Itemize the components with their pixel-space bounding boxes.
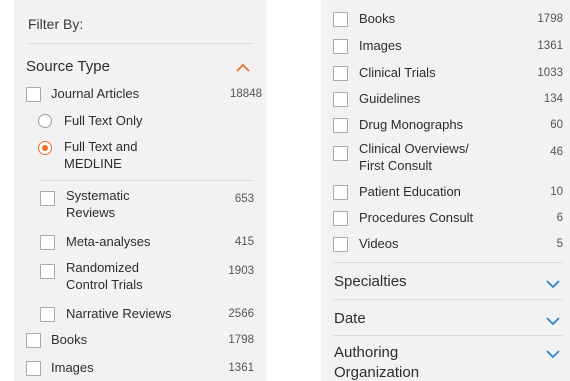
books-label: Books [51,332,88,347]
systematic-reviews-checkbox[interactable] [40,191,55,206]
procedures-consult-count: 6 [556,212,563,224]
guidelines-label: Guidelines [359,91,421,106]
videos-label: Videos [359,236,399,251]
divider [40,180,253,181]
images-label: Images [359,38,402,53]
divider [333,299,563,300]
images-checkbox[interactable] [26,361,41,376]
full-text-only-radio[interactable] [38,114,52,128]
authoring-organization-heading-line1: Authoring [334,344,399,361]
books-checkbox[interactable] [333,12,348,27]
source-type-heading[interactable]: Source Type [26,56,110,78]
clinical-overviews-label-line1: Clinical Overviews/ [359,141,469,156]
filter-by-heading: Filter By: [28,16,84,32]
videos-count: 5 [556,238,563,250]
clinical-overviews-checkbox[interactable] [333,146,348,161]
clinical-trials-label: Clinical Trials [359,65,436,80]
clinical-trials-count: 1033 [537,67,563,79]
date-heading: Date [334,310,366,327]
divider [28,43,253,44]
chevron-up-icon[interactable] [234,62,252,74]
images-count: 1361 [228,362,254,374]
meta-analyses-checkbox[interactable] [40,235,55,250]
books-checkbox[interactable] [26,333,41,348]
systematic-reviews-label-line2: Reviews [66,205,116,220]
rct-count: 1903 [228,265,254,277]
books-count: 1798 [537,13,563,25]
divider [333,335,563,336]
journal-articles-checkbox[interactable] [26,87,41,102]
rct-label-line2: Control Trials [66,277,143,292]
images-checkbox[interactable] [333,39,348,54]
patient-education-count: 10 [550,186,563,198]
chevron-down-icon[interactable] [544,315,562,327]
authoring-organization-heading-line2: Organization [334,364,420,381]
drug-monographs-label: Drug Monographs [359,117,464,132]
patient-education-checkbox[interactable] [333,185,348,200]
left-filter-panel: Filter By: Source Type Journal Articles … [14,0,267,381]
systematic-reviews-count: 653 [234,193,254,205]
clinical-overviews-count: 46 [550,146,563,158]
guidelines-count: 134 [543,93,563,105]
patient-education-label: Patient Education [359,184,461,199]
drug-monographs-checkbox[interactable] [333,118,348,133]
drug-monographs-count: 60 [550,119,563,131]
images-count: 1361 [537,40,563,52]
clinical-overviews-label-line2: First Consult [359,158,432,173]
procedures-consult-label: Procedures Consult [359,210,474,225]
full-text-medline-label-line2: MEDLINE [64,156,122,171]
specialties-heading: Specialties [334,273,407,290]
divider [333,262,563,263]
right-filter-panel: Books 1798 Images 1361 Clinical Trials 1… [321,0,570,381]
rct-checkbox[interactable] [40,264,55,279]
guidelines-checkbox[interactable] [333,92,348,107]
clinical-trials-checkbox[interactable] [333,66,348,81]
procedures-consult-checkbox[interactable] [333,211,348,226]
narrative-reviews-checkbox[interactable] [40,307,55,322]
journal-articles-count: 18848 [230,88,262,100]
chevron-down-icon[interactable] [544,348,562,360]
narrative-reviews-label: Narrative Reviews [66,306,172,321]
full-text-only-label: Full Text Only [64,113,143,128]
chevron-down-icon[interactable] [544,278,562,290]
narrative-reviews-count: 2566 [228,308,254,320]
systematic-reviews-label-line1: Systematic [66,188,130,203]
full-text-medline-radio[interactable] [38,141,52,155]
rct-label-line1: Randomized [66,260,139,275]
books-label: Books [359,11,396,26]
meta-analyses-label: Meta-analyses [66,234,151,249]
books-count: 1798 [228,334,254,346]
meta-analyses-count: 415 [234,236,254,248]
images-label: Images [51,360,94,375]
full-text-medline-label-line1: Full Text and [64,139,138,154]
videos-checkbox[interactable] [333,237,348,252]
journal-articles-label: Journal Articles [51,86,140,101]
